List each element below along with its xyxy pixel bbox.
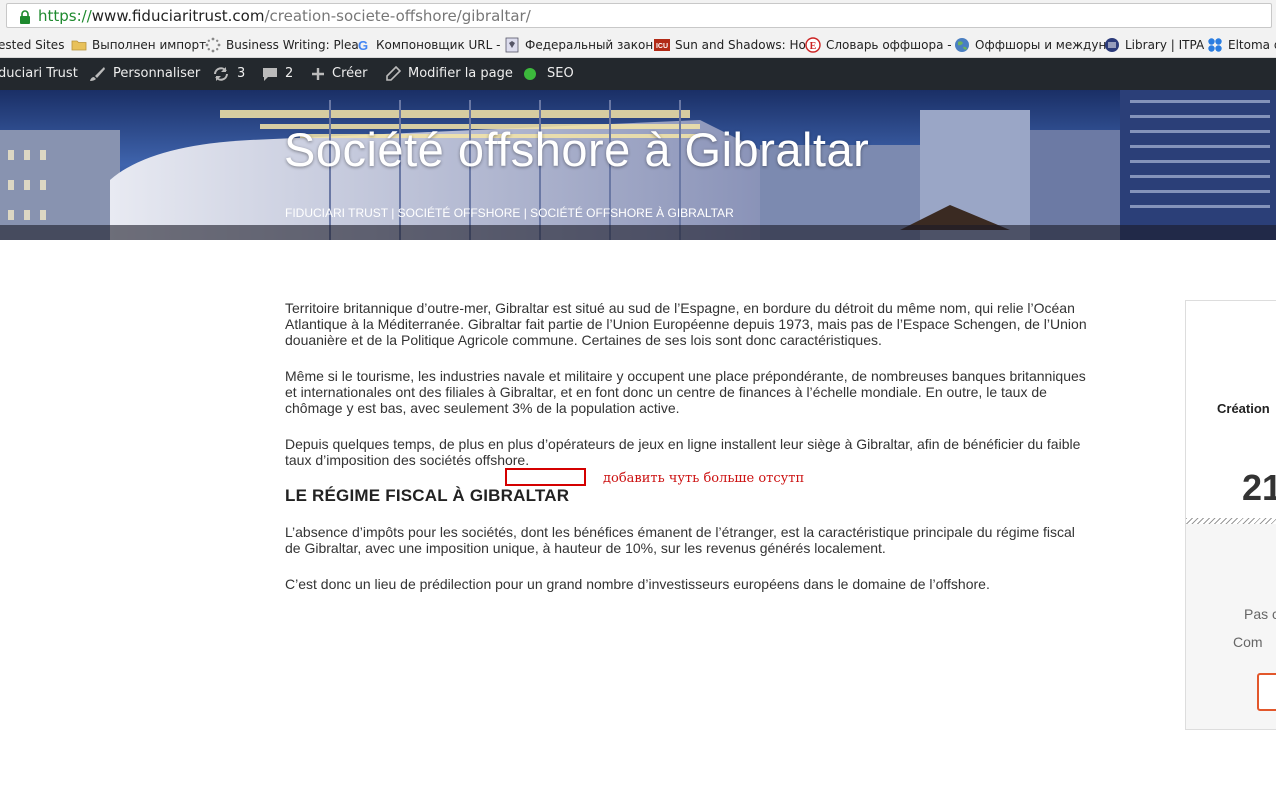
brush-icon xyxy=(90,67,105,81)
admin-customize-label: Personnaliser xyxy=(113,66,201,81)
address-bar[interactable]: https://www.fiduciaritrust.com/creation-… xyxy=(6,3,1272,28)
library-icon xyxy=(1105,38,1119,52)
admin-seo[interactable]: SEO xyxy=(524,65,574,83)
page-title: Société offshore à Gibraltar xyxy=(284,123,870,176)
bookmark-label: Компоновщик URL - xyxy=(376,38,501,52)
bookmark-eltoma[interactable]: Eltoma d xyxy=(1207,36,1276,54)
offshore-logo-icon: E xyxy=(805,37,821,53)
bookmark-business-writing[interactable]: Business Writing: Plea xyxy=(205,36,359,54)
bookmark-label: Оффшоры и междун xyxy=(975,38,1107,52)
admin-edit-page[interactable]: Modifier la page xyxy=(385,65,513,83)
bookmark-label: Library | ITPA xyxy=(1125,38,1205,52)
url-text[interactable]: https://www.fiduciaritrust.com/creation-… xyxy=(38,7,531,25)
svg-text:G: G xyxy=(358,38,368,53)
pricing-widget: Création 21 Pas c Com xyxy=(1185,300,1276,730)
admin-updates[interactable]: 3 xyxy=(212,65,245,83)
eltoma-icon xyxy=(1208,38,1222,52)
folder-icon xyxy=(71,40,87,51)
bookmark-label: Business Writing: Plea xyxy=(226,38,359,52)
main-content: Territoire britannique d’outre-mer, Gibr… xyxy=(285,300,1090,612)
url-path: /creation-societe-offshore/gibraltar/ xyxy=(264,7,531,25)
paragraph-gaming: Depuis quelques temps, de plus en plus d… xyxy=(285,436,1081,468)
admin-customize[interactable]: Personnaliser xyxy=(89,65,200,83)
bookmark-label: Eltoma d xyxy=(1228,38,1276,52)
paragraph-investors: C’est donc un lieu de prédilection pour … xyxy=(285,576,990,592)
admin-new-label: Créer xyxy=(332,66,368,81)
admin-site-label: duciari Trust xyxy=(0,66,78,81)
bookmark-library-itpa[interactable]: Library | ITPA xyxy=(1104,36,1204,54)
bookmarks-bar: ested Sites Выполнен импорт Business Wri… xyxy=(0,32,1276,58)
bookmark-url-builder[interactable]: G Компоновщик URL - xyxy=(355,36,501,54)
bookmark-imported[interactable]: Выполнен импорт xyxy=(71,36,206,54)
icu-icon: ICU xyxy=(654,39,670,51)
admin-edit-label: Modifier la page xyxy=(408,66,513,81)
paragraph-intro: Territoire britannique d’outre-mer, Gibr… xyxy=(285,300,1087,348)
admin-bar: duciari Trust Personnaliser 3 2 Créer Mo… xyxy=(0,58,1276,90)
lock-icon xyxy=(20,10,30,24)
paragraph-tax: L’absence d’impôts pour les sociétés, do… xyxy=(285,524,1075,556)
bookmark-label: Выполнен импорт xyxy=(92,38,207,52)
browser-toolbar: https://www.fiduciaritrust.com/creation-… xyxy=(0,0,1276,32)
url-protocol: https:// xyxy=(38,7,92,25)
svg-text:ICU: ICU xyxy=(656,43,668,50)
plus-icon xyxy=(312,68,324,80)
admin-new[interactable]: Créer xyxy=(311,65,367,83)
admin-comments[interactable]: 2 xyxy=(262,65,293,83)
comment-icon xyxy=(263,68,277,81)
widget-line-1: Pas c xyxy=(1244,606,1276,622)
widget-price: 21 xyxy=(1242,467,1276,508)
bookmark-federal-law[interactable]: Федеральный закон xyxy=(504,36,653,54)
bookmark-offshore-dictionary[interactable]: E Словарь оффшора - xyxy=(805,36,952,54)
bookmark-suggested-sites[interactable]: ested Sites xyxy=(0,36,64,54)
url-host: www.fiduciaritrust.com xyxy=(91,7,265,25)
admin-seo-label: SEO xyxy=(547,66,574,81)
widget-title: Création xyxy=(1217,401,1270,416)
paragraph-finance: Même si le tourisme, les industries nava… xyxy=(285,368,1086,416)
svg-text:E: E xyxy=(810,41,817,52)
section-heading: LE RÉGIME FISCAL À GIBRALTAR xyxy=(285,486,570,505)
seo-status-icon xyxy=(524,68,536,80)
pencil-icon xyxy=(386,66,401,81)
widget-line-2: Com xyxy=(1233,634,1263,650)
admin-comments-count: 2 xyxy=(285,66,294,81)
refresh-icon xyxy=(214,67,228,81)
hero-banner: Société offshore à Gibraltar FIDUCIARI T… xyxy=(0,90,1276,240)
bookmark-label: Sun and Shadows: Ho xyxy=(675,38,806,52)
globe-icon xyxy=(955,38,969,52)
breadcrumb[interactable]: FIDUCIARI TRUST | SOCIÉTÉ OFFSHORE | SOC… xyxy=(285,206,734,220)
annotation-box xyxy=(505,468,586,486)
bookmark-offshores[interactable]: Оффшоры и междун xyxy=(954,36,1106,54)
annotation-note: добавить чуть больше отсутп xyxy=(603,471,805,486)
admin-site-name[interactable]: duciari Trust xyxy=(0,65,78,83)
gear-dots-icon xyxy=(205,37,221,53)
bookmark-label: ested Sites xyxy=(0,38,65,52)
bookmark-sun-and-shadows[interactable]: ICU Sun and Shadows: Ho xyxy=(654,36,806,54)
admin-updates-count: 3 xyxy=(237,66,246,81)
google-icon: G xyxy=(358,38,368,53)
doc-eagle-icon xyxy=(505,37,519,53)
bookmark-label: Словарь оффшора - xyxy=(826,38,952,52)
widget-order-button[interactable] xyxy=(1257,673,1276,711)
bookmark-label: Федеральный закон xyxy=(525,38,654,52)
